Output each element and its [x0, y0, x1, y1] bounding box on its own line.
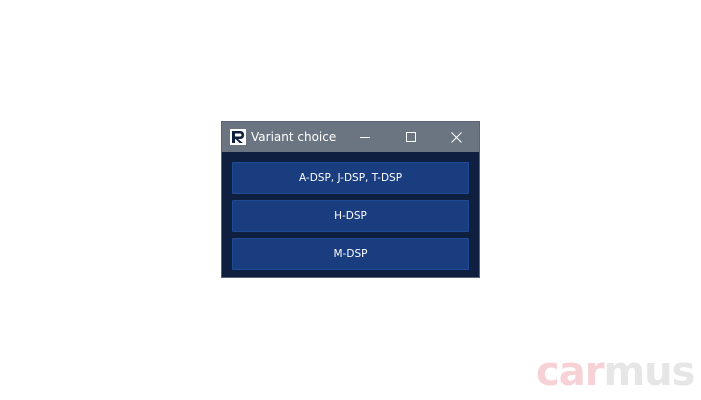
variant-button-adsp-jdsp-tdsp[interactable]: A-DSP, J-DSP, T-DSP [232, 162, 469, 194]
title-bar[interactable]: Variant choice [222, 122, 479, 152]
watermark-part-2: mus [603, 349, 695, 395]
app-logo-icon [230, 129, 246, 145]
maximize-icon [406, 132, 416, 142]
dialog-content: A-DSP, J-DSP, T-DSP H-DSP M-DSP [222, 152, 479, 277]
window-title: Variant choice [251, 130, 337, 144]
close-icon [450, 131, 462, 143]
minimize-button[interactable] [342, 122, 388, 152]
variant-choice-dialog: Variant choice A-DSP, J-DSP, T-DSP H-DSP… [221, 121, 480, 278]
variant-button-mdsp[interactable]: M-DSP [232, 238, 469, 270]
minimize-icon [360, 132, 370, 142]
screen: Variant choice A-DSP, J-DSP, T-DSP H-DSP… [0, 0, 701, 400]
close-button[interactable] [433, 122, 479, 152]
watermark-part-1: car [536, 349, 604, 395]
variant-button-hdsp[interactable]: H-DSP [232, 200, 469, 232]
maximize-button[interactable] [388, 122, 434, 152]
carmus-watermark-logo: carmus [536, 349, 695, 395]
